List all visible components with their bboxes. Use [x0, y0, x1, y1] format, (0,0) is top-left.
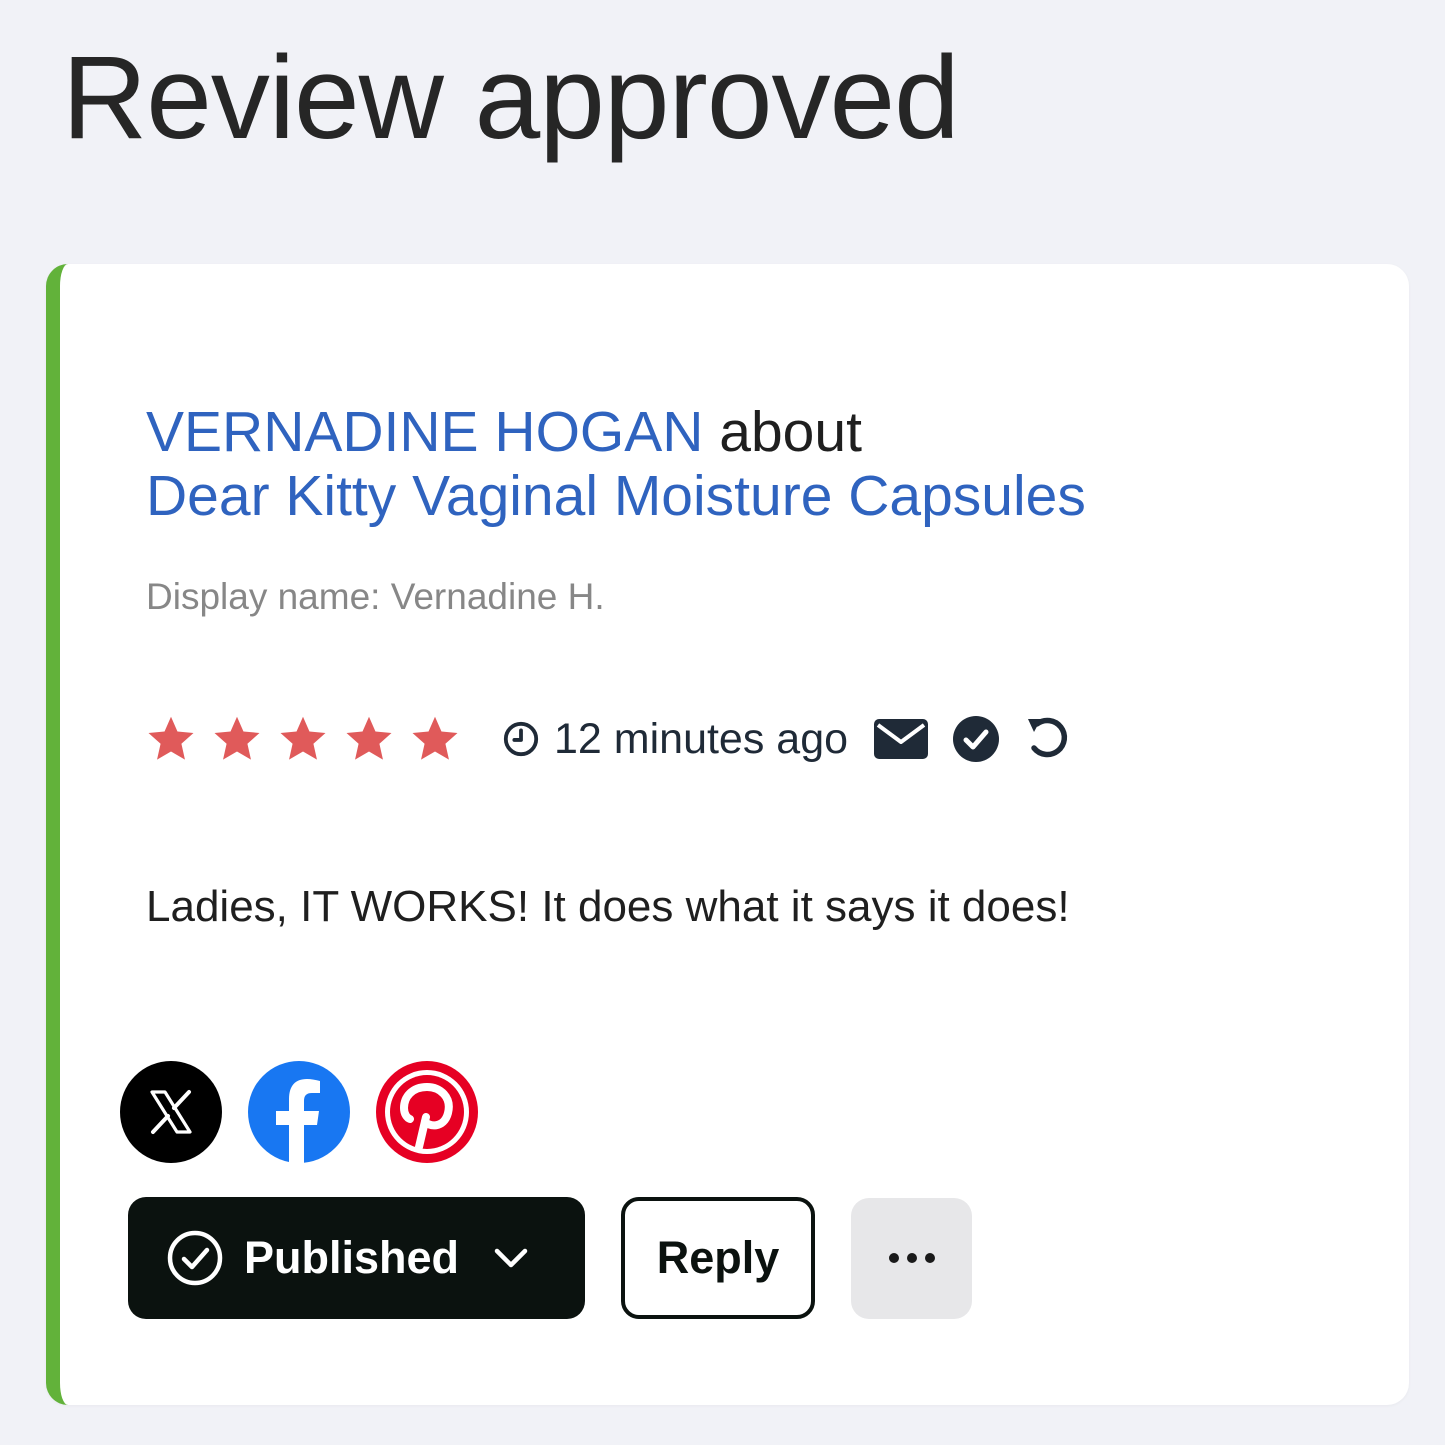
email-icon[interactable]	[874, 719, 929, 759]
star-rating	[146, 715, 476, 763]
star-icon	[148, 716, 194, 760]
x-share-button[interactable]	[120, 1061, 222, 1163]
reply-button[interactable]: Reply	[621, 1197, 815, 1319]
review-card: VERNADINE HOGAN about Dear Kitty Vaginal…	[46, 264, 1409, 1405]
x-icon	[150, 1090, 192, 1134]
review-meta: 12 minutes ago	[146, 704, 1072, 774]
review-actions: Published Reply	[128, 1197, 972, 1319]
more-dot-icon	[924, 1253, 935, 1263]
more-dot-icon	[888, 1253, 899, 1263]
clock-icon	[503, 721, 539, 757]
chevron-down-icon	[494, 1248, 528, 1268]
time-ago: 12 minutes ago	[554, 714, 849, 763]
pinterest-icon	[385, 1070, 469, 1154]
page-title: Review approved	[62, 32, 960, 164]
more-options-button[interactable]	[851, 1197, 972, 1319]
product-name-link[interactable]: Dear Kitty Vaginal Moisture Capsules	[146, 464, 1086, 528]
verified-check-icon[interactable]	[952, 715, 1000, 763]
published-label: Published	[244, 1232, 460, 1283]
published-status-dropdown[interactable]: Published	[128, 1197, 585, 1319]
star-icon	[280, 716, 326, 760]
review-heading: VERNADINE HOGAN about Dear Kitty Vaginal…	[146, 400, 1086, 528]
star-icon	[214, 716, 260, 760]
check-circle-icon	[167, 1230, 223, 1286]
undo-icon[interactable]	[1024, 715, 1072, 763]
social-share-row	[120, 1061, 504, 1163]
facebook-share-button[interactable]	[248, 1061, 350, 1163]
facebook-icon	[276, 1079, 320, 1163]
star-icon	[412, 716, 458, 760]
pinterest-share-button[interactable]	[376, 1061, 478, 1163]
more-dot-icon	[906, 1253, 917, 1263]
review-body: Ladies, IT WORKS! It does what it says i…	[146, 882, 1070, 931]
about-text: about	[719, 400, 862, 464]
reviewer-name-link[interactable]: VERNADINE HOGAN	[146, 400, 703, 464]
display-name: Display name: Vernadine H.	[146, 576, 605, 617]
star-icon	[346, 716, 392, 760]
